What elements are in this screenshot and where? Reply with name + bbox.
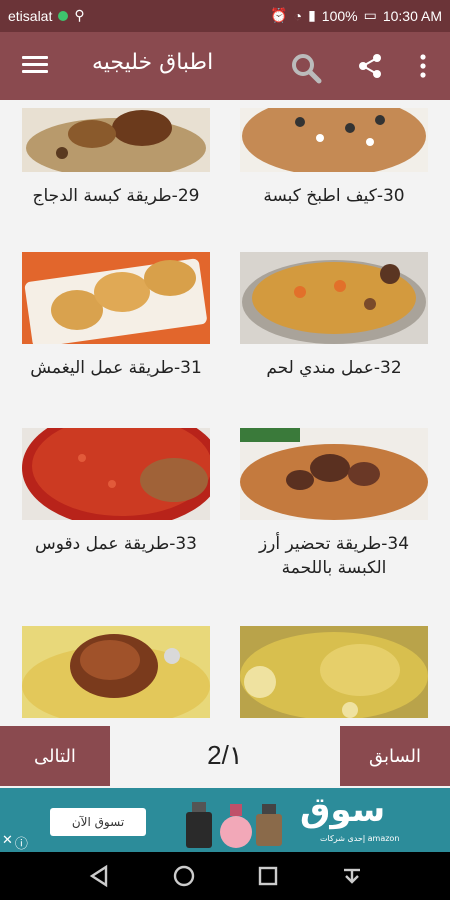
- ad-banner[interactable]: تسوق الآن سوق إحدى شركات amazon ✕ ⓘ: [0, 788, 450, 852]
- recipe-title: 33-طريقة عمل دقوس: [34, 534, 197, 554]
- carrier-label: etisalat: [8, 7, 53, 24]
- recipe-thumbnail[interactable]: [240, 626, 428, 718]
- previous-page-button[interactable]: السابق: [340, 726, 450, 786]
- notification-drawer-icon[interactable]: [338, 862, 366, 890]
- recipe-card-31[interactable]: 31-طريقة عمل اليغمش: [22, 252, 210, 380]
- search-icon[interactable]: [290, 52, 322, 84]
- recipe-card-33[interactable]: 33-طريقة عمل دقوس: [22, 428, 210, 556]
- recipe-card-30[interactable]: 30-كيف اطبخ كبسة: [240, 108, 428, 208]
- app-bar: اطباق خليجيه: [0, 32, 450, 100]
- page-indicator: 2/١: [207, 740, 243, 770]
- shop-now-button[interactable]: تسوق الآن: [50, 808, 146, 836]
- home-icon[interactable]: [170, 862, 198, 890]
- usb-icon: ⚲: [74, 7, 85, 23]
- souq-tagline: إحدى شركات amazon: [320, 834, 400, 843]
- clock: 10:30 AM: [382, 7, 442, 24]
- recipe-thumbnail[interactable]: [22, 626, 210, 718]
- status-bar: etisalat ⚲ ⏰ ◔ ▮ 100% ▭ 10:30 AM: [0, 0, 450, 32]
- hamburger-menu-icon[interactable]: [22, 52, 48, 78]
- recipe-card-35[interactable]: [22, 626, 210, 724]
- recipe-title: 31-طريقة عمل اليغمش: [30, 358, 202, 378]
- recipe-thumbnail[interactable]: [22, 252, 210, 344]
- recipe-card-32[interactable]: 32-عمل مندي لحم: [240, 252, 428, 380]
- perfume-bottles-image: [186, 802, 282, 848]
- recipe-card-36[interactable]: [240, 626, 428, 724]
- wifi-icon: ◔: [293, 7, 303, 24]
- ad-close-icon[interactable]: ✕: [2, 833, 13, 852]
- back-icon[interactable]: [86, 862, 114, 890]
- notification-dot-icon: [58, 10, 69, 21]
- recipe-thumbnail[interactable]: [240, 108, 428, 172]
- recipe-thumbnail[interactable]: [22, 428, 210, 520]
- recipe-card-29[interactable]: 29-طريقة كبسة الدجاج: [22, 108, 210, 208]
- recipe-title: 30-كيف اطبخ كبسة: [263, 186, 405, 206]
- souq-logo: سوق: [300, 790, 386, 830]
- pagination-bar: التالى 2/١ السابق: [0, 724, 450, 788]
- ad-info-icon[interactable]: ⓘ: [15, 833, 28, 852]
- recipe-title: 29-طريقة كبسة الدجاج: [32, 186, 200, 206]
- app-title: اطباق خليجيه: [92, 50, 214, 75]
- share-icon[interactable]: [356, 52, 384, 80]
- recipe-title: 34-طريقة تحضير أرز الكبسة باللحمة: [258, 534, 410, 578]
- recipe-grid: 29-طريقة كبسة الدجاج 30-كيف اطبخ كبسة 31…: [0, 100, 450, 724]
- recipe-thumbnail[interactable]: [240, 428, 428, 520]
- recipe-thumbnail[interactable]: [22, 108, 210, 172]
- recipe-title: 32-عمل مندي لحم: [266, 358, 402, 378]
- more-options-icon[interactable]: [418, 52, 428, 80]
- recent-apps-icon[interactable]: [254, 862, 282, 890]
- battery-icon: ▭: [363, 7, 377, 23]
- next-page-button[interactable]: التالى: [0, 726, 110, 786]
- signal-icon: ▮: [308, 7, 316, 23]
- system-nav-bar: [0, 852, 450, 900]
- ad-info-controls: ✕ ⓘ: [2, 833, 28, 852]
- alarm-icon: ⏰: [270, 7, 288, 23]
- recipe-thumbnail[interactable]: [240, 252, 428, 344]
- battery-percent: 100%: [321, 7, 358, 24]
- recipe-card-34[interactable]: 34-طريقة تحضير أرز الكبسة باللحمة: [240, 428, 428, 580]
